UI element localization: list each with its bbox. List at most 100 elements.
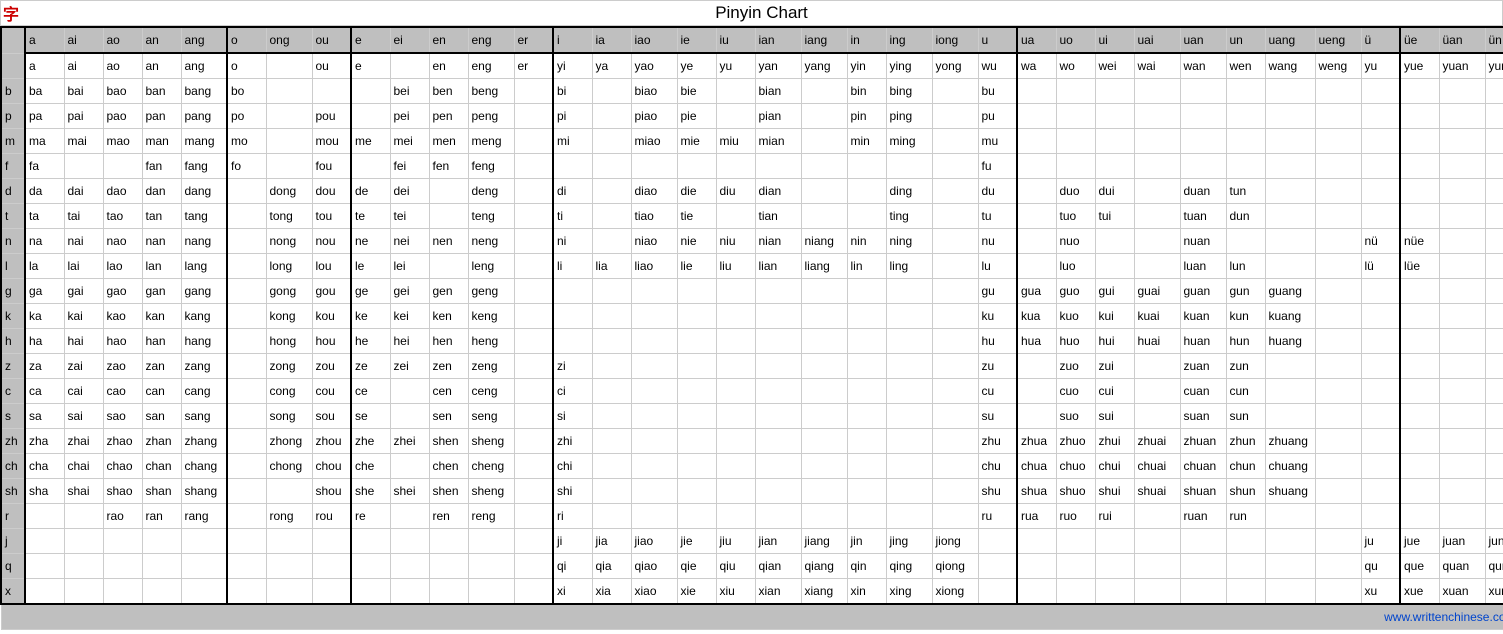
syllable-cell bbox=[1265, 179, 1315, 204]
syllable-cell: mo bbox=[227, 129, 266, 154]
syllable-cell: zhu bbox=[978, 429, 1017, 454]
syllable-cell bbox=[932, 329, 978, 354]
header-row: aaiaoanangoongoueeienengeriiaiaoieiuiani… bbox=[1, 27, 1503, 53]
syllable-cell bbox=[468, 554, 514, 579]
syllable-cell bbox=[1485, 129, 1503, 154]
pinyin-chart-container: 字 Pinyin Chart aaiaoanangoongoueeienenge… bbox=[0, 0, 1503, 630]
syllable-cell: su bbox=[978, 404, 1017, 429]
syllable-cell: zhe bbox=[351, 429, 390, 454]
syllable-cell: ting bbox=[886, 204, 932, 229]
syllable-cell: diu bbox=[716, 179, 755, 204]
syllable-cell bbox=[103, 554, 142, 579]
syllable-cell: xiao bbox=[631, 579, 677, 605]
syllable-cell bbox=[716, 404, 755, 429]
syllable-cell bbox=[677, 304, 716, 329]
syllable-cell: cu bbox=[978, 379, 1017, 404]
syllable-cell: beng bbox=[468, 79, 514, 104]
syllable-cell bbox=[847, 304, 886, 329]
table-row: kkakaikaokankangkongkoukekeikenkengkukua… bbox=[1, 304, 1503, 329]
syllable-cell bbox=[514, 529, 553, 554]
syllable-cell: chuan bbox=[1180, 454, 1226, 479]
syllable-cell bbox=[1265, 229, 1315, 254]
table-row: ggagaigaoganganggonggougegeigengenggugua… bbox=[1, 279, 1503, 304]
syllable-cell: lao bbox=[103, 254, 142, 279]
syllable-cell: xue bbox=[1400, 579, 1439, 605]
syllable-cell: yao bbox=[631, 53, 677, 79]
col-header: ang bbox=[181, 27, 227, 53]
syllable-cell: zhang bbox=[181, 429, 227, 454]
syllable-cell: kui bbox=[1095, 304, 1134, 329]
syllable-cell bbox=[1134, 554, 1180, 579]
syllable-cell: jiu bbox=[716, 529, 755, 554]
syllable-cell bbox=[1180, 79, 1226, 104]
syllable-cell: duan bbox=[1180, 179, 1226, 204]
syllable-cell bbox=[1361, 304, 1400, 329]
syllable-cell: cha bbox=[25, 454, 64, 479]
syllable-cell: long bbox=[266, 254, 312, 279]
row-header: m bbox=[1, 129, 25, 154]
syllable-cell: wen bbox=[1226, 53, 1265, 79]
syllable-cell bbox=[1485, 204, 1503, 229]
syllable-cell: zha bbox=[25, 429, 64, 454]
col-header: eng bbox=[468, 27, 514, 53]
table-row: zzazaizaozanzangzongzouzezeizenzengzizuz… bbox=[1, 354, 1503, 379]
syllable-cell: mang bbox=[181, 129, 227, 154]
col-header: ua bbox=[1017, 27, 1056, 53]
syllable-cell: zhao bbox=[103, 429, 142, 454]
syllable-cell: ou bbox=[312, 53, 351, 79]
syllable-cell bbox=[716, 329, 755, 354]
syllable-cell: guan bbox=[1180, 279, 1226, 304]
syllable-cell: xun bbox=[1485, 579, 1503, 605]
syllable-cell bbox=[1315, 179, 1361, 204]
syllable-cell bbox=[1400, 429, 1439, 454]
syllable-cell bbox=[1134, 579, 1180, 605]
syllable-cell: tai bbox=[64, 204, 103, 229]
syllable-cell bbox=[390, 504, 429, 529]
syllable-cell bbox=[755, 329, 801, 354]
pinyin-table: aaiaoanangoongoueeienengeriiaiaoieiuiani… bbox=[0, 26, 1503, 630]
syllable-cell bbox=[1315, 154, 1361, 179]
syllable-cell bbox=[932, 354, 978, 379]
syllable-cell: tie bbox=[677, 204, 716, 229]
syllable-cell: chuai bbox=[1134, 454, 1180, 479]
syllable-cell: kong bbox=[266, 304, 312, 329]
table-row: nnanainaonannangnongnouneneinennengninia… bbox=[1, 229, 1503, 254]
syllable-cell bbox=[1134, 529, 1180, 554]
syllable-cell bbox=[227, 504, 266, 529]
syllable-cell bbox=[1361, 79, 1400, 104]
syllable-cell bbox=[1400, 504, 1439, 529]
syllable-cell bbox=[1361, 104, 1400, 129]
syllable-cell: rua bbox=[1017, 504, 1056, 529]
table-body: aaiaoanangooueenengeryiyayaoyeyuyanyangy… bbox=[1, 53, 1503, 604]
syllable-cell bbox=[1485, 279, 1503, 304]
syllable-cell: wan bbox=[1180, 53, 1226, 79]
syllable-cell: lie bbox=[677, 254, 716, 279]
row-header: g bbox=[1, 279, 25, 304]
syllable-cell: tong bbox=[266, 204, 312, 229]
syllable-cell bbox=[932, 204, 978, 229]
syllable-cell: kuan bbox=[1180, 304, 1226, 329]
syllable-cell: a bbox=[25, 53, 64, 79]
syllable-cell: ha bbox=[25, 329, 64, 354]
syllable-cell bbox=[801, 454, 847, 479]
syllable-cell: qian bbox=[755, 554, 801, 579]
syllable-cell: shui bbox=[1095, 479, 1134, 504]
syllable-cell: en bbox=[429, 53, 468, 79]
syllable-cell: zhuang bbox=[1265, 429, 1315, 454]
syllable-cell: zhei bbox=[390, 429, 429, 454]
syllable-cell bbox=[592, 129, 631, 154]
syllable-cell: zao bbox=[103, 354, 142, 379]
syllable-cell: nan bbox=[142, 229, 181, 254]
syllable-cell bbox=[1226, 229, 1265, 254]
source-link[interactable]: www.writtenchinese.com bbox=[1384, 610, 1503, 624]
syllable-cell bbox=[1265, 129, 1315, 154]
syllable-cell bbox=[677, 279, 716, 304]
syllable-cell bbox=[25, 504, 64, 529]
syllable-cell bbox=[847, 504, 886, 529]
syllable-cell: zeng bbox=[468, 354, 514, 379]
syllable-cell: luan bbox=[1180, 254, 1226, 279]
syllable-cell bbox=[886, 354, 932, 379]
syllable-cell: shang bbox=[181, 479, 227, 504]
syllable-cell bbox=[1180, 154, 1226, 179]
col-header: üan bbox=[1439, 27, 1485, 53]
